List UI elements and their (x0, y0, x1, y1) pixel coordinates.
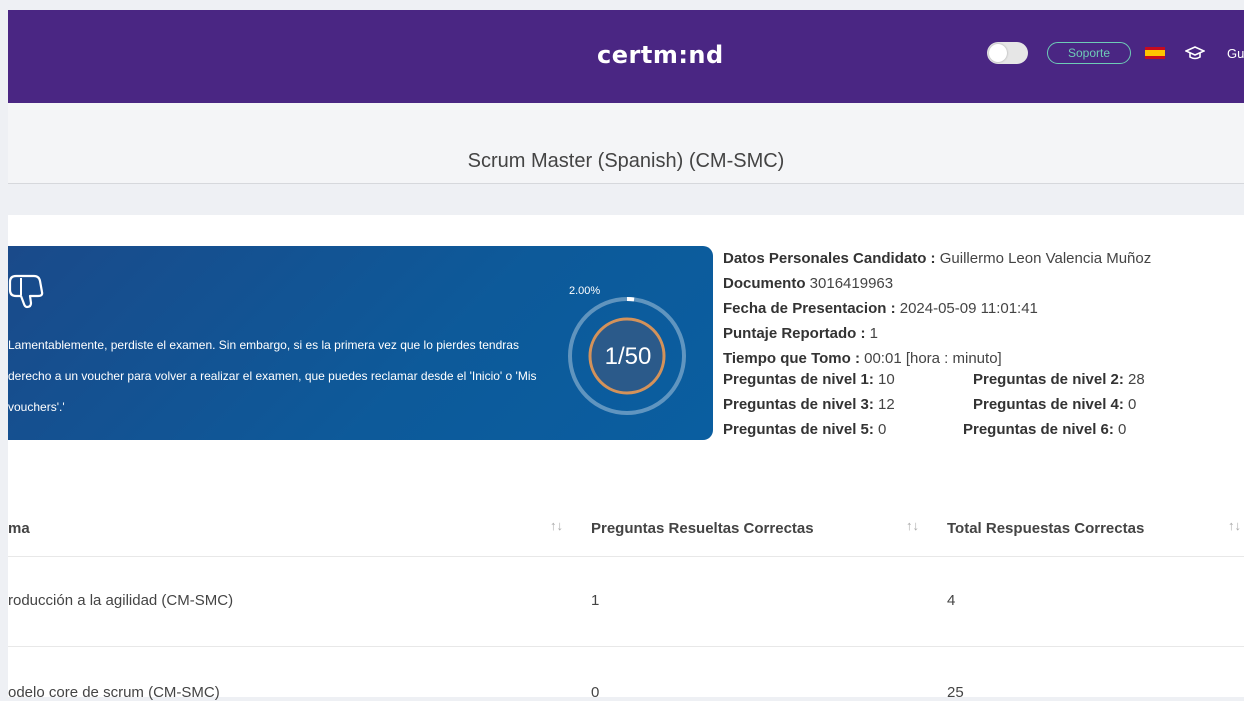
brand-logo[interactable]: certm:nd (597, 41, 724, 69)
column-header-topic[interactable]: ma (8, 520, 30, 537)
level-2: Preguntas de nivel 2: 28 (973, 371, 1145, 388)
level-5: Preguntas de nivel 5: 0 (723, 421, 887, 438)
theme-toggle[interactable] (987, 42, 1028, 64)
sort-icon[interactable]: ↑↓ (1228, 518, 1241, 533)
column-header-correct-answered[interactable]: Preguntas Resueltas Correctas (591, 520, 814, 537)
document-row: Documento 3016419963 (723, 271, 1151, 296)
toggle-knob (989, 44, 1007, 62)
level-3: Preguntas de nivel 3: 12 (723, 396, 895, 413)
level-6: Preguntas de nivel 6: 0 (963, 421, 1127, 438)
reported-score-row: Puntaje Reportado : 1 (723, 321, 1151, 346)
date-row: Fecha de Presentacion : 2024-05-09 11:01… (723, 296, 1151, 321)
column-header-total-correct[interactable]: Total Respuestas Correctas (947, 520, 1144, 537)
table-cell-total: 25 (947, 684, 964, 701)
document-label: Documento (723, 275, 806, 292)
sort-icon[interactable]: ↑↓ (550, 518, 563, 533)
graduation-cap-icon[interactable] (1185, 44, 1205, 62)
date-value: 2024-05-09 11:01:41 (895, 300, 1038, 317)
reported-score-label: Puntaje Reportado : (723, 325, 866, 342)
message-line: vouchers'.' (8, 400, 65, 414)
reported-score-value: 1 (865, 325, 879, 342)
result-message: Lamentablemente, perdiste el examen. Sin… (8, 330, 548, 423)
row-divider (8, 556, 1244, 557)
user-menu[interactable]: Gui (1227, 46, 1244, 61)
table-cell-topic: roducción a la agilidad (CM-SMC) (8, 592, 234, 609)
candidate-name-row: Datos Personales Candidato : Guillermo L… (723, 246, 1151, 271)
time-label: Tiempo que Tomo : (723, 350, 860, 367)
document-value: 3016419963 (805, 275, 894, 292)
level-1: Preguntas de nivel 1: 10 (723, 371, 895, 388)
sort-icon[interactable]: ↑↓ (906, 518, 919, 533)
message-line: derecho a un voucher para volver a reali… (8, 369, 537, 383)
table-cell-correct: 1 (591, 592, 600, 609)
row-divider (8, 646, 1244, 647)
score-value: 1/50 (604, 343, 652, 370)
table-cell-topic: odelo core de scrum (CM-SMC) (8, 684, 220, 701)
time-value: 00:01 [hora : minuto] (859, 350, 1002, 367)
table-cell-correct: 0 (591, 684, 600, 701)
thumbs-down-icon (8, 274, 44, 309)
name-label: Datos Personales Candidato : (723, 250, 936, 267)
candidate-info: Datos Personales Candidato : Guillermo L… (723, 246, 1151, 371)
time-row: Tiempo que Tomo : 00:01 [hora : minuto] (723, 346, 1151, 371)
name-value: Guillermo Leon Valencia Muñoz (935, 250, 1152, 267)
message-line: Lamentablemente, perdiste el examen. Sin… (8, 338, 519, 352)
page-title: Scrum Master (Spanish) (CM-SMC) (467, 150, 785, 172)
level-4: Preguntas de nivel 4: 0 (973, 396, 1137, 413)
support-button[interactable]: Soporte (1047, 42, 1131, 64)
table-cell-total: 4 (947, 592, 956, 609)
date-label: Fecha de Presentacion : (723, 300, 896, 317)
spain-flag-icon[interactable] (1145, 47, 1165, 59)
